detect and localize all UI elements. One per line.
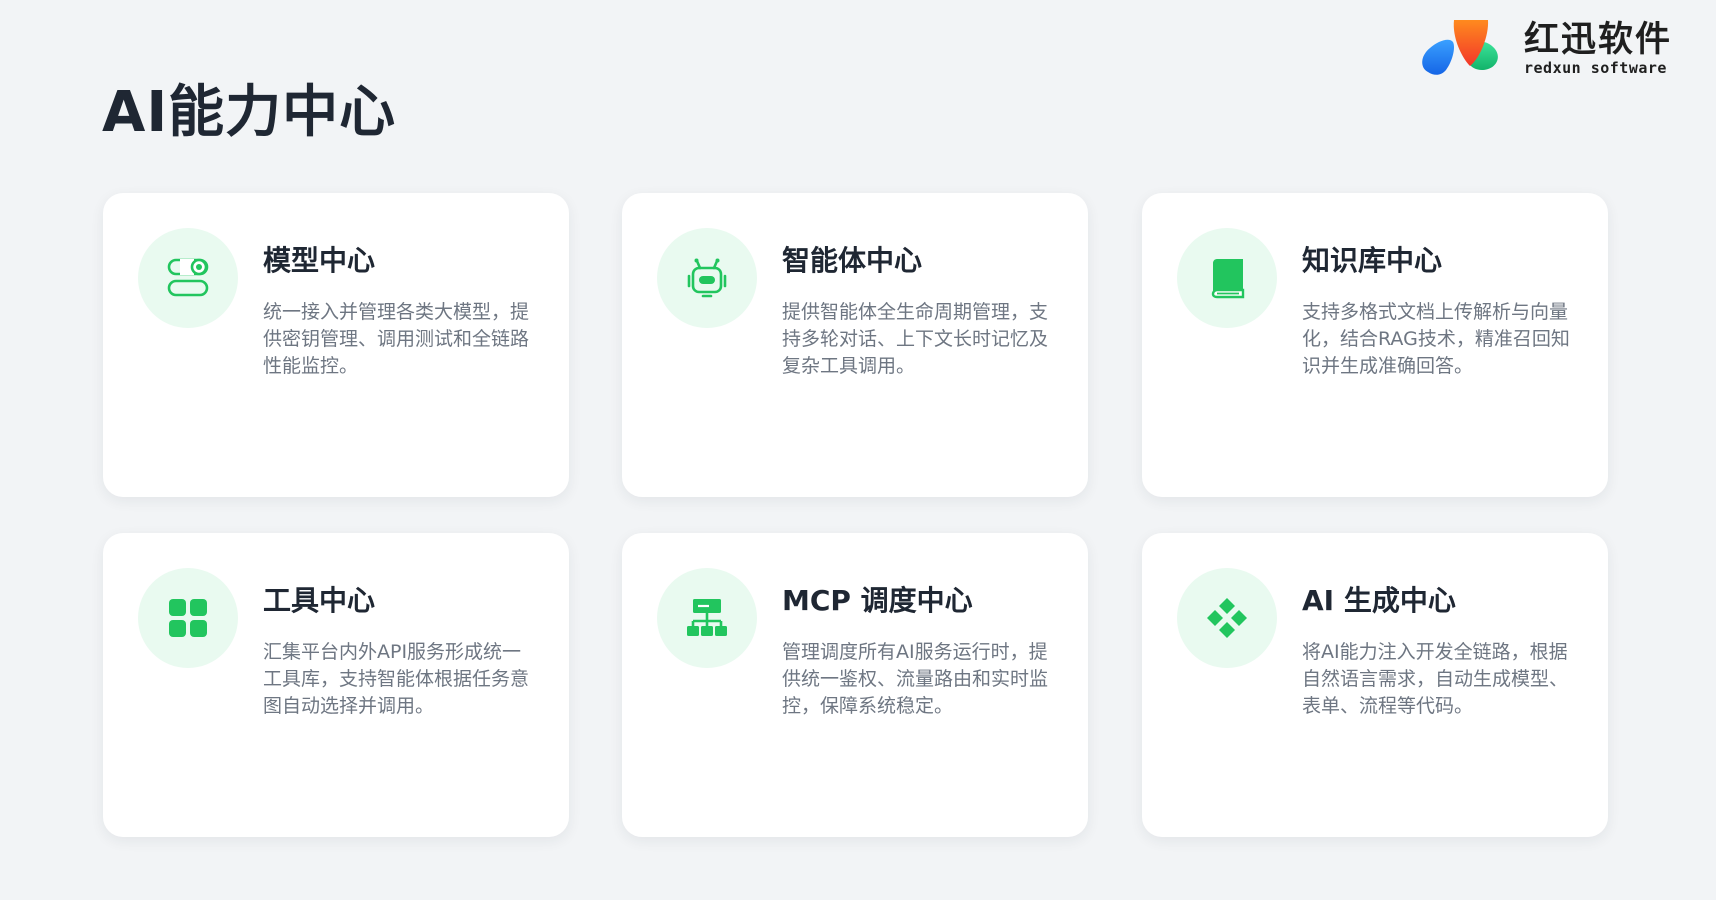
card-icon-wrapper [1177, 568, 1277, 668]
card-icon-wrapper [138, 568, 238, 668]
card-model-center[interactable]: 模型中心 统一接入并管理各类大模型，提供密钥管理、调用测试和全链路性能监控。 [103, 193, 569, 497]
brand-logo-icon [1422, 20, 1498, 75]
card-description: 提供智能体全生命周期管理，支持多轮对话、上下文长时记忆及复杂工具调用。 [782, 301, 1049, 377]
robot-icon [687, 258, 727, 298]
page-title: AI能力中心 [102, 80, 397, 145]
diamonds-icon [1207, 598, 1247, 638]
card-icon-wrapper [657, 228, 757, 328]
card-title: AI 生成中心 [1302, 584, 1456, 617]
card-title: 智能体中心 [782, 244, 923, 277]
card-title: MCP 调度中心 [782, 584, 973, 617]
card-generation-center[interactable]: AI 生成中心 将AI能力注入开发全链路，根据自然语言需求，自动生成模型、表单、… [1142, 533, 1608, 837]
card-icon-wrapper [138, 228, 238, 328]
brand-logo[interactable]: 红迅软件 redxun software [1418, 18, 1672, 78]
card-icon-wrapper [1177, 228, 1277, 328]
card-description: 统一接入并管理各类大模型，提供密钥管理、调用测试和全链路性能监控。 [263, 301, 530, 377]
card-title: 知识库中心 [1302, 244, 1443, 277]
brand-name-en: redxun software [1524, 59, 1667, 77]
card-title: 模型中心 [263, 244, 376, 277]
brand-name-cn: 红迅软件 [1524, 20, 1673, 60]
book-icon [1211, 259, 1245, 299]
page: 红迅软件 redxun software AI能力中心 模型中心 统一接入并管理… [0, 0, 1716, 900]
model-toggle-icon [167, 258, 209, 297]
brand-wordmark: 红迅软件 redxun software [1524, 20, 1672, 76]
card-mcp-center[interactable]: MCP 调度中心 管理调度所有AI服务运行时，提供统一鉴权、流量路由和实时监控，… [622, 533, 1088, 837]
card-description: 管理调度所有AI服务运行时，提供统一鉴权、流量路由和实时监控，保障系统稳定。 [782, 641, 1049, 717]
hierarchy-icon [687, 599, 727, 636]
card-knowledge-center[interactable]: 知识库中心 支持多格式文档上传解析与向量化，结合RAG技术，精准召回知识并生成准… [1142, 193, 1608, 497]
card-title: 工具中心 [263, 584, 376, 617]
card-description: 支持多格式文档上传解析与向量化，结合RAG技术，精准召回知识并生成准确回答。 [1302, 301, 1570, 377]
card-icon-wrapper [657, 568, 757, 668]
card-description: 将AI能力注入开发全链路，根据自然语言需求，自动生成模型、表单、流程等代码。 [1302, 641, 1569, 717]
card-description: 汇集平台内外API服务形成统一工具库，支持智能体根据任务意图自动选择并调用。 [263, 641, 530, 717]
grid-apps-icon [169, 599, 207, 637]
card-agent-center[interactable]: 智能体中心 提供智能体全生命周期管理，支持多轮对话、上下文长时记忆及复杂工具调用… [622, 193, 1088, 497]
card-tool-center[interactable]: 工具中心 汇集平台内外API服务形成统一工具库，支持智能体根据任务意图自动选择并… [103, 533, 569, 837]
